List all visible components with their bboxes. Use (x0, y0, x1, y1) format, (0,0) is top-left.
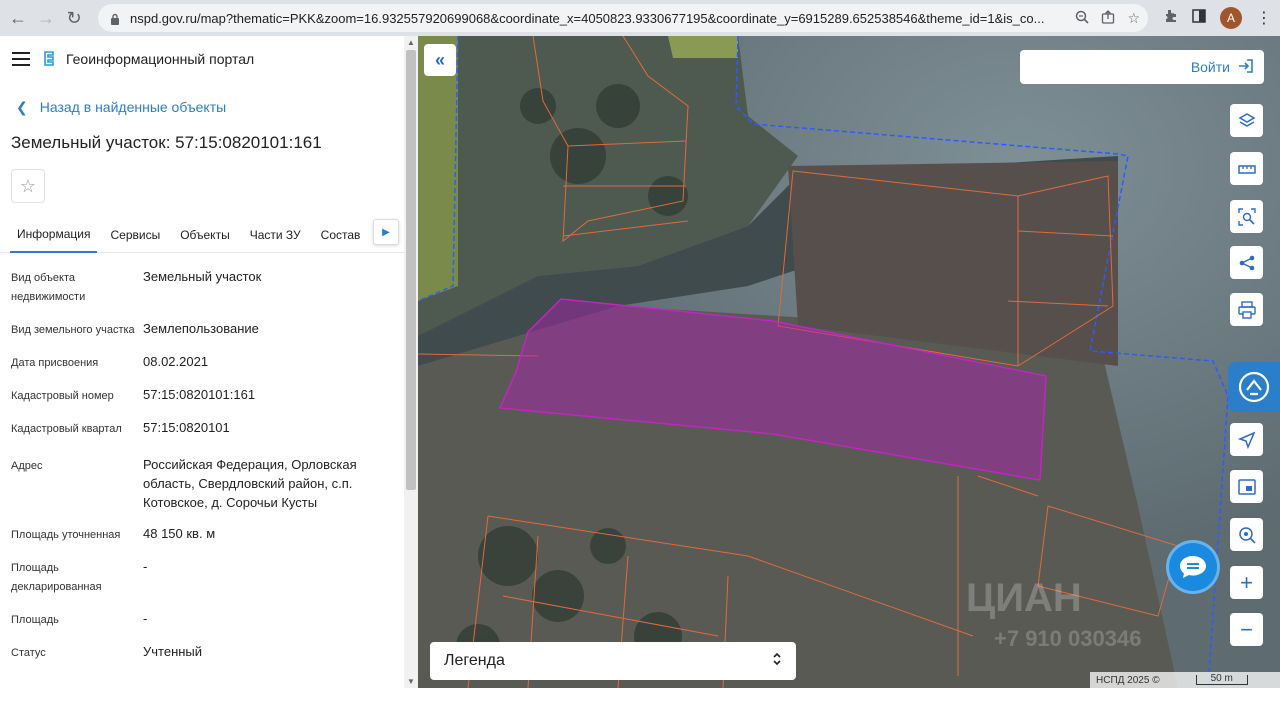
property-value: 57:15:0820101 (143, 420, 230, 435)
expand-toggle-icon (772, 651, 782, 672)
minimap-icon[interactable] (1230, 470, 1263, 503)
property-row: Вид земельного участка Землепользование (0, 317, 418, 340)
panel-scrollbar[interactable]: ▲ ▼ (404, 36, 418, 688)
tab-services[interactable]: Сервисы (103, 217, 167, 253)
scroll-down-icon[interactable]: ▼ (407, 677, 415, 686)
property-row: Кадастровый квартал 57:15:0820101 (0, 416, 418, 439)
ruler-icon[interactable] (1230, 152, 1263, 185)
property-row: Площадь декларированная - (0, 555, 418, 597)
property-row: Вид объекта недвижимости Земельный участ… (0, 265, 418, 307)
property-value: 57:15:0820101:161 (143, 387, 256, 402)
login-icon (1238, 58, 1254, 77)
login-button[interactable]: Войти (1020, 50, 1264, 84)
property-key: Кадастровый номер (11, 390, 114, 402)
print-icon[interactable] (1230, 293, 1263, 326)
forward-arrow-icon[interactable]: → (32, 4, 60, 32)
property-key: Кадастровый квартал (11, 423, 122, 435)
tab-information[interactable]: Информация (10, 217, 98, 253)
property-value: Учтенный (143, 644, 203, 659)
scrollbar-thumb[interactable] (406, 50, 416, 490)
attribution-text: НСПД 2025 © (1096, 674, 1160, 686)
back-link-label: Назад в найденные объекты (39, 99, 227, 115)
property-key: Вид объекта недвижимости (11, 272, 86, 303)
share-map-icon[interactable] (1230, 246, 1263, 279)
info-panel: Геоинформационный портал ❮ Назад в найде… (0, 36, 418, 688)
locate-me-icon[interactable] (1230, 423, 1263, 456)
assistant-icon[interactable] (1228, 362, 1280, 412)
scale-label: 50 m (1210, 673, 1233, 684)
property-value: - (143, 559, 148, 574)
property-row: Дата присвоения 08.02.2021 (0, 350, 418, 373)
portal-title[interactable]: Геоинформационный портал (66, 51, 254, 67)
property-key: Адрес (11, 460, 43, 472)
lock-icon (110, 12, 120, 25)
extensions-icon[interactable] (1162, 8, 1178, 29)
property-value: 48 150 кв. м (143, 526, 216, 541)
property-key: Площадь (11, 614, 59, 626)
login-label: Войти (1190, 59, 1230, 75)
property-row: Кадастровый номер 57:15:0820101:161 (0, 383, 418, 406)
collapse-panel-icon[interactable]: « (424, 44, 456, 76)
scroll-up-icon[interactable]: ▲ (407, 38, 415, 47)
side-panel-icon[interactable] (1192, 8, 1206, 28)
chat-icon[interactable] (1166, 540, 1220, 594)
zoom-out-icon[interactable]: − (1230, 613, 1263, 646)
property-key: Дата присвоения (11, 357, 99, 369)
property-key: Статус (11, 647, 46, 659)
tab-objects[interactable]: Объекты (173, 217, 237, 253)
bookmark-star-icon[interactable]: ☆ (1127, 10, 1140, 27)
tabs-scroll-right-icon[interactable]: ▶ (373, 219, 399, 245)
object-title: Земельный участок: 57:15:0820101:161 (11, 133, 322, 152)
watermark-text: ЦИАН (966, 576, 1082, 620)
zoom-icon[interactable] (1075, 10, 1090, 27)
property-value: Землепользование (143, 321, 259, 336)
panel-header: Геоинформационный портал (0, 36, 418, 82)
property-row: Статус Учтенный (0, 640, 418, 663)
legend-dropdown[interactable]: Легенда (430, 642, 796, 680)
geo-search-icon[interactable] (1230, 518, 1263, 551)
tab-composition[interactable]: Состав (314, 217, 368, 253)
property-row: Адрес Российская Федерация, Орловская об… (0, 453, 418, 512)
tab-parts[interactable]: Части ЗУ (243, 217, 308, 253)
watermark-phone: +7 910 030346 (994, 626, 1142, 651)
url-text[interactable]: nspd.gov.ru/map?thematic=PKK&zoom=16.932… (130, 11, 1070, 26)
map-view[interactable]: ЦИАН +7 910 030346 « Войти + − Легенда Н… (418, 36, 1280, 688)
map-attribution: НСПД 2025 © 50 m (1090, 672, 1280, 688)
favorite-star-icon[interactable]: ☆ (11, 169, 45, 203)
property-value: - (143, 611, 148, 626)
back-to-results-link[interactable]: ❮ Назад в найденные объекты (0, 92, 418, 122)
menu-icon[interactable] (12, 52, 30, 66)
address-bar[interactable]: nspd.gov.ru/map?thematic=PKK&zoom=16.932… (98, 4, 1148, 32)
portal-logo-icon (42, 51, 56, 67)
bottom-strip (0, 688, 1280, 720)
property-key: Площадь декларированная (11, 562, 102, 593)
satellite-imagery (418, 36, 1280, 688)
chevron-left-icon: ❮ (16, 98, 28, 115)
property-row: Площадь уточненная 48 150 кв. м (0, 522, 418, 545)
back-arrow-icon[interactable]: ← (4, 4, 32, 32)
scale-bar: 50 m (1195, 673, 1248, 685)
property-row: Площадь - (0, 607, 418, 630)
property-value: Российская Федерация, Орловская область,… (143, 457, 357, 510)
profile-avatar[interactable]: A (1220, 7, 1242, 29)
reload-icon[interactable]: ↻ (60, 4, 88, 32)
property-key: Вид земельного участка (11, 324, 135, 336)
legend-label: Легенда (444, 652, 505, 669)
zoom-in-icon[interactable]: + (1230, 566, 1263, 599)
share-icon[interactable] (1101, 9, 1115, 27)
property-value: 08.02.2021 (143, 354, 209, 369)
info-tabs: Информация Сервисы Объекты Части ЗУ Сост… (0, 217, 418, 253)
property-value: Земельный участок (143, 269, 262, 284)
property-key: Площадь уточненная (11, 529, 121, 541)
browser-menu-icon[interactable]: ⋮ (1256, 8, 1272, 28)
properties-list: Вид объекта недвижимости Земельный участ… (0, 253, 418, 663)
browser-toolbar: ← → ↻ nspd.gov.ru/map?thematic=PKK&zoom=… (0, 0, 1280, 36)
layers-icon[interactable] (1230, 104, 1263, 137)
area-search-icon[interactable] (1230, 200, 1263, 233)
